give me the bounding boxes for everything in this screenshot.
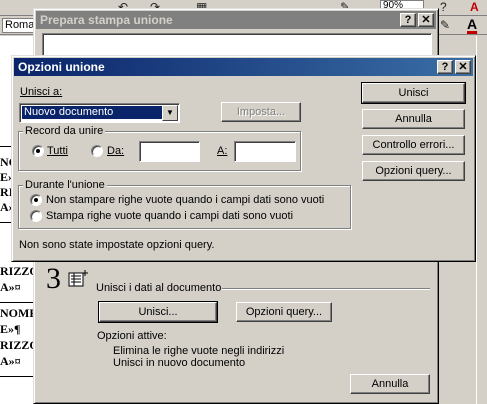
radio-print-blank-lines-label: Stampa righe vuote quando i campi dati s… bbox=[46, 210, 294, 222]
highlight-icon[interactable]: ✎ bbox=[440, 18, 450, 32]
doc-separator bbox=[0, 302, 36, 303]
step-number: 3 bbox=[46, 262, 61, 295]
font-color-icon[interactable]: A bbox=[467, 16, 477, 32]
doc-line: RIZZO bbox=[0, 264, 34, 278]
dialog-title: Prepara stampa unione bbox=[40, 13, 173, 27]
query-options-button[interactable]: Opzioni query... bbox=[236, 302, 332, 322]
cancel-label: Annulla bbox=[371, 378, 409, 390]
during-merge-group-label: Durante l'unione bbox=[23, 179, 107, 191]
radio-from-text: Da: bbox=[107, 145, 125, 157]
merge-to-label-text: Unisci a: bbox=[20, 86, 63, 98]
query-status-text: Non sono state impostate opzioni query. bbox=[19, 239, 215, 251]
help-button[interactable]: ? bbox=[437, 60, 453, 74]
chevron-down-icon[interactable]: ▼ bbox=[162, 105, 178, 121]
doc-separator bbox=[0, 376, 36, 377]
merge-button[interactable]: Unisci... bbox=[98, 301, 218, 323]
merge-query-options-label: Opzioni query... bbox=[375, 165, 452, 177]
dialog-title: Opzioni unione bbox=[18, 60, 105, 74]
mail-merge-helper-titlebar: Prepara stampa unione bbox=[36, 11, 436, 29]
doc-line: NOME bbox=[0, 306, 34, 320]
radio-no-blank-lines[interactable] bbox=[30, 194, 42, 206]
merge-to-value: Nuovo documento bbox=[22, 106, 162, 119]
radio-all-text: Tutti bbox=[47, 145, 68, 157]
query-options-label: Opzioni query... bbox=[245, 306, 323, 318]
doc-line: A»¤ bbox=[0, 280, 21, 294]
step-divider bbox=[222, 288, 430, 290]
help-button[interactable]: ? bbox=[400, 13, 416, 27]
from-field[interactable] bbox=[139, 141, 200, 162]
step-frame bbox=[42, 33, 432, 57]
doc-line: RIZZO bbox=[0, 338, 34, 352]
to-label-text: A: bbox=[217, 145, 228, 157]
merge-options-titlebar: Opzioni unione bbox=[14, 58, 473, 76]
to-field[interactable] bbox=[234, 141, 296, 162]
close-button[interactable]: ✕ bbox=[455, 60, 471, 74]
font-color-top-icon[interactable]: A bbox=[470, 0, 479, 14]
radio-from-label: Da: bbox=[107, 145, 124, 158]
setup-label: Imposta... bbox=[236, 106, 286, 118]
merge-data-icon bbox=[68, 270, 88, 288]
step-title: Unisci i dati al documento bbox=[96, 282, 222, 294]
merge-query-options-button[interactable]: Opzioni query... bbox=[362, 161, 465, 181]
doc-line: A»¤ bbox=[0, 354, 21, 368]
merge-button-label: Unisci... bbox=[138, 306, 178, 318]
radio-all[interactable] bbox=[32, 145, 44, 157]
merge-ok-label: Unisci bbox=[398, 87, 429, 99]
active-option: Unisci in nuovo documento bbox=[113, 357, 246, 369]
merge-ok-button[interactable]: Unisci bbox=[361, 82, 466, 104]
radio-no-blank-lines-label: Non stampare righe vuote quando i campi … bbox=[46, 194, 325, 206]
close-button[interactable]: ✕ bbox=[418, 13, 434, 27]
right-scroll-area bbox=[476, 36, 487, 404]
setup-button[interactable]: Imposta... bbox=[221, 102, 301, 122]
active-options-label: Opzioni attive: bbox=[97, 330, 167, 342]
merge-to-label: Unisci a: bbox=[20, 86, 62, 99]
check-errors-label: Controllo errori... bbox=[372, 139, 455, 151]
doc-line: E»¶ bbox=[0, 322, 21, 336]
merge-cancel-button[interactable]: Annulla bbox=[362, 109, 465, 129]
radio-all-label: Tutti bbox=[47, 145, 68, 158]
radio-from[interactable] bbox=[91, 145, 103, 157]
cancel-button[interactable]: Annulla bbox=[350, 374, 430, 394]
check-errors-button[interactable]: Controllo errori... bbox=[362, 135, 465, 155]
merge-cancel-label: Annulla bbox=[395, 113, 432, 125]
help-icon[interactable]: ? bbox=[440, 0, 447, 14]
radio-print-blank-lines[interactable] bbox=[30, 210, 42, 222]
to-label: A: bbox=[217, 145, 227, 158]
records-group-label: Record da unire bbox=[23, 125, 106, 137]
